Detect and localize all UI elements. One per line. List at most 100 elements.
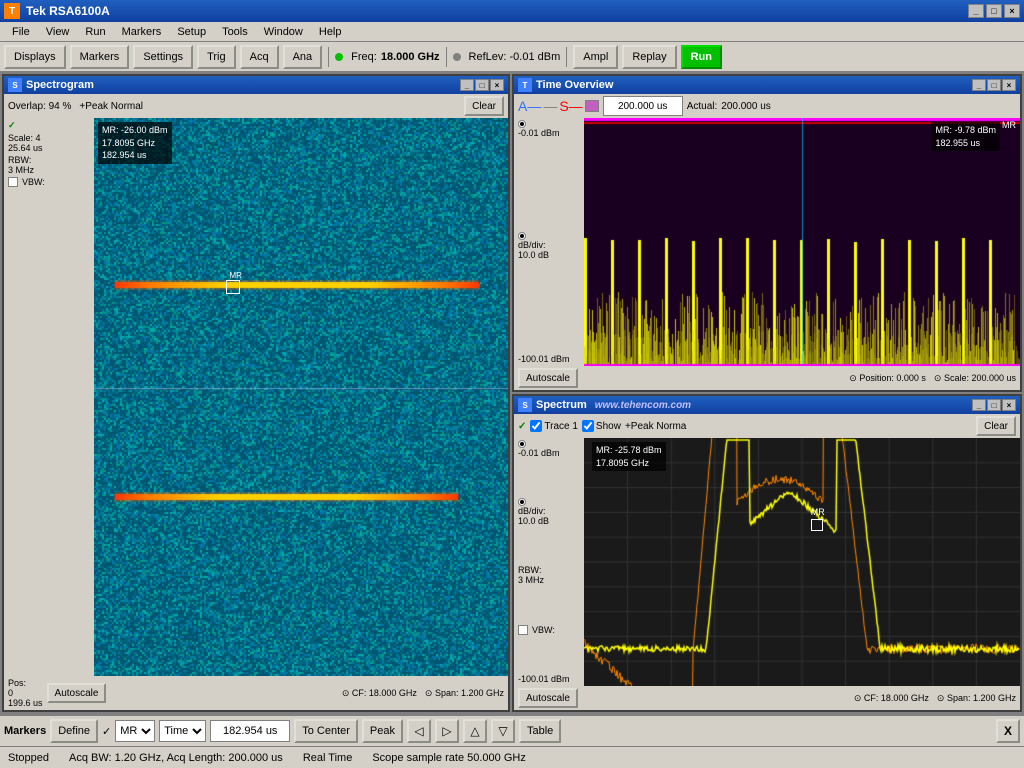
time-color-box xyxy=(585,100,599,112)
window-controls: _ □ × xyxy=(968,4,1020,18)
spectrum-vbw-row: VBW: xyxy=(518,625,580,635)
maximize-button[interactable]: □ xyxy=(986,4,1002,18)
spec-marker-box: MR xyxy=(226,280,240,294)
time-trace-controls: A— — S— xyxy=(518,99,599,113)
spec-vbw-row: VBW: xyxy=(8,177,90,187)
marker-time-input[interactable] xyxy=(210,720,290,742)
menu-markers[interactable]: Markers xyxy=(114,24,170,40)
table-button[interactable]: Table xyxy=(519,719,561,743)
spec-clear-button[interactable]: Clear xyxy=(464,96,504,116)
ampl-button[interactable]: Ampl xyxy=(573,45,618,69)
time-close[interactable]: × xyxy=(1002,79,1016,91)
status-text: Stopped xyxy=(8,752,49,764)
replay-button[interactable]: Replay xyxy=(622,45,676,69)
spec-maximize[interactable]: □ xyxy=(475,79,489,91)
spec-footer: ⊙ CF: 18.000 GHz ⊙ Span: 1.200 GHz xyxy=(342,688,504,699)
displays-button[interactable]: Displays xyxy=(4,45,66,69)
spec-autoscale-button[interactable]: Autoscale xyxy=(47,683,107,703)
menu-bar: File View Run Markers Setup Tools Window… xyxy=(0,22,1024,42)
time-overview-panel: T Time Overview _ □ × A— — S— Actual: 2 xyxy=(512,74,1022,392)
time-footer: ⊙ Position: 0.000 s ⊙ Scale: 200.000 us xyxy=(849,373,1016,384)
nav-up-button[interactable]: △ xyxy=(463,719,487,743)
settings-button[interactable]: Settings xyxy=(133,45,193,69)
spectrum-ref-label: -0.01 dBm xyxy=(518,440,580,458)
time-bottom-label: -100.01 dBm xyxy=(518,354,580,364)
marker-mode-select[interactable]: Time xyxy=(159,720,206,742)
menu-view[interactable]: View xyxy=(38,24,78,40)
spectrogram-canvas[interactable]: MR: -26.00 dBm17.8095 GHz182.954 us MR xyxy=(94,118,508,676)
markers-button[interactable]: Markers xyxy=(70,45,130,69)
separator-2 xyxy=(446,47,447,67)
time-minimize[interactable]: _ xyxy=(972,79,986,91)
scope-rate-text: Scope sample rate 50.000 GHz xyxy=(372,752,525,764)
spec-span: ⊙ Span: 1.200 GHz xyxy=(425,688,504,699)
menu-run[interactable]: Run xyxy=(77,24,113,40)
spec-scale: Scale: 4 25.64 us xyxy=(8,133,90,153)
run-button[interactable]: Run xyxy=(681,45,722,69)
separator-1 xyxy=(328,47,329,67)
minimize-button[interactable]: _ xyxy=(968,4,984,18)
time-trace-S: S— xyxy=(559,99,582,113)
spec-close[interactable]: × xyxy=(490,79,504,91)
menu-tools[interactable]: Tools xyxy=(214,24,256,40)
nav-right-button[interactable]: ▷ xyxy=(435,719,459,743)
spectrum-autoscale-button[interactable]: Autoscale xyxy=(518,688,578,708)
time-autoscale-button[interactable]: Autoscale xyxy=(518,368,578,388)
spec-overlap: Overlap: 94 % xyxy=(8,101,71,112)
right-panels: T Time Overview _ □ × A— — S— Actual: 2 xyxy=(512,74,1022,712)
menu-window[interactable]: Window xyxy=(256,24,311,40)
spectrum-maximize[interactable]: □ xyxy=(987,399,1001,411)
spec-minimize[interactable]: _ xyxy=(460,79,474,91)
time-maximize[interactable]: □ xyxy=(987,79,1001,91)
marker-close-button[interactable]: X xyxy=(996,719,1020,743)
spectrum-cf: ⊙ CF: 18.000 GHz xyxy=(854,693,929,704)
time-trace-B: — xyxy=(543,99,557,113)
time-title: Time Overview xyxy=(536,79,613,91)
nav-left-button[interactable]: ◁ xyxy=(407,719,431,743)
time-trace-A: A— xyxy=(518,99,541,113)
spectrum-close[interactable]: × xyxy=(1002,399,1016,411)
spectrum-icon: S xyxy=(518,398,532,412)
trig-button[interactable]: Trig xyxy=(197,45,236,69)
spectrum-peak-mode: +Peak Norma xyxy=(625,421,686,432)
time-dbdiv: dB/div: 10.0 dB xyxy=(518,232,580,260)
spectrum-clear-button[interactable]: Clear xyxy=(976,416,1016,436)
show-toggle: Show xyxy=(582,420,621,432)
spec-rbw: RBW: 3 MHz xyxy=(8,155,90,175)
toolbar: Displays Markers Settings Trig Acq Ana F… xyxy=(0,42,1024,72)
spectrogram-title-bar: S Spectrogram _ □ × xyxy=(4,76,508,94)
spectrum-rbw: RBW: 3 MHz xyxy=(518,565,580,585)
main-content: S Spectrogram _ □ × Overlap: 94 % +Peak … xyxy=(0,72,1024,714)
reflev-label: RefLev: -0.01 dBm xyxy=(469,51,561,63)
time-canvas[interactable]: MR: -9.78 dBm182.955 us MR xyxy=(584,118,1020,366)
status-bar: Stopped Acq BW: 1.20 GHz, Acq Length: 20… xyxy=(0,746,1024,768)
markers-label: Markers xyxy=(4,725,46,737)
define-button[interactable]: Define xyxy=(50,719,98,743)
ana-button[interactable]: Ana xyxy=(283,45,323,69)
trace-checkbox[interactable] xyxy=(530,420,542,432)
spectrum-title-bar: S Spectrum www.tehencom.com _ □ × xyxy=(514,396,1020,414)
menu-setup[interactable]: Setup xyxy=(169,24,214,40)
menu-help[interactable]: Help xyxy=(311,24,350,40)
acq-button[interactable]: Acq xyxy=(240,45,279,69)
title-bar: T Tek RSA6100A _ □ × xyxy=(0,0,1024,22)
marker-type-select[interactable]: MR xyxy=(115,720,155,742)
spectrum-mr-box xyxy=(811,519,823,531)
real-time-text: Real Time xyxy=(303,752,353,764)
vbw-checkbox[interactable] xyxy=(8,177,18,187)
nav-down-button[interactable]: ▽ xyxy=(491,719,515,743)
spectrum-minimize[interactable]: _ xyxy=(972,399,986,411)
freq-led xyxy=(335,53,343,61)
time-input[interactable] xyxy=(603,96,683,116)
spectrogram-icon: S xyxy=(8,78,22,92)
spectrum-canvas[interactable]: MR: -25.78 dBm17.8095 GHz MR xyxy=(584,438,1020,686)
to-center-button[interactable]: To Center xyxy=(294,719,358,743)
spectrum-vbw-checkbox[interactable] xyxy=(518,625,528,635)
close-button[interactable]: × xyxy=(1004,4,1020,18)
peak-button[interactable]: Peak xyxy=(362,719,403,743)
time-ref-label: -0.01 dBm xyxy=(518,120,580,138)
time-marker-readout: MR: -9.78 dBm182.955 us xyxy=(931,122,1000,151)
spec-pos-area: Pos: 0 199.6 us Autoscale xyxy=(8,678,106,708)
menu-file[interactable]: File xyxy=(4,24,38,40)
show-checkbox[interactable] xyxy=(582,420,594,432)
